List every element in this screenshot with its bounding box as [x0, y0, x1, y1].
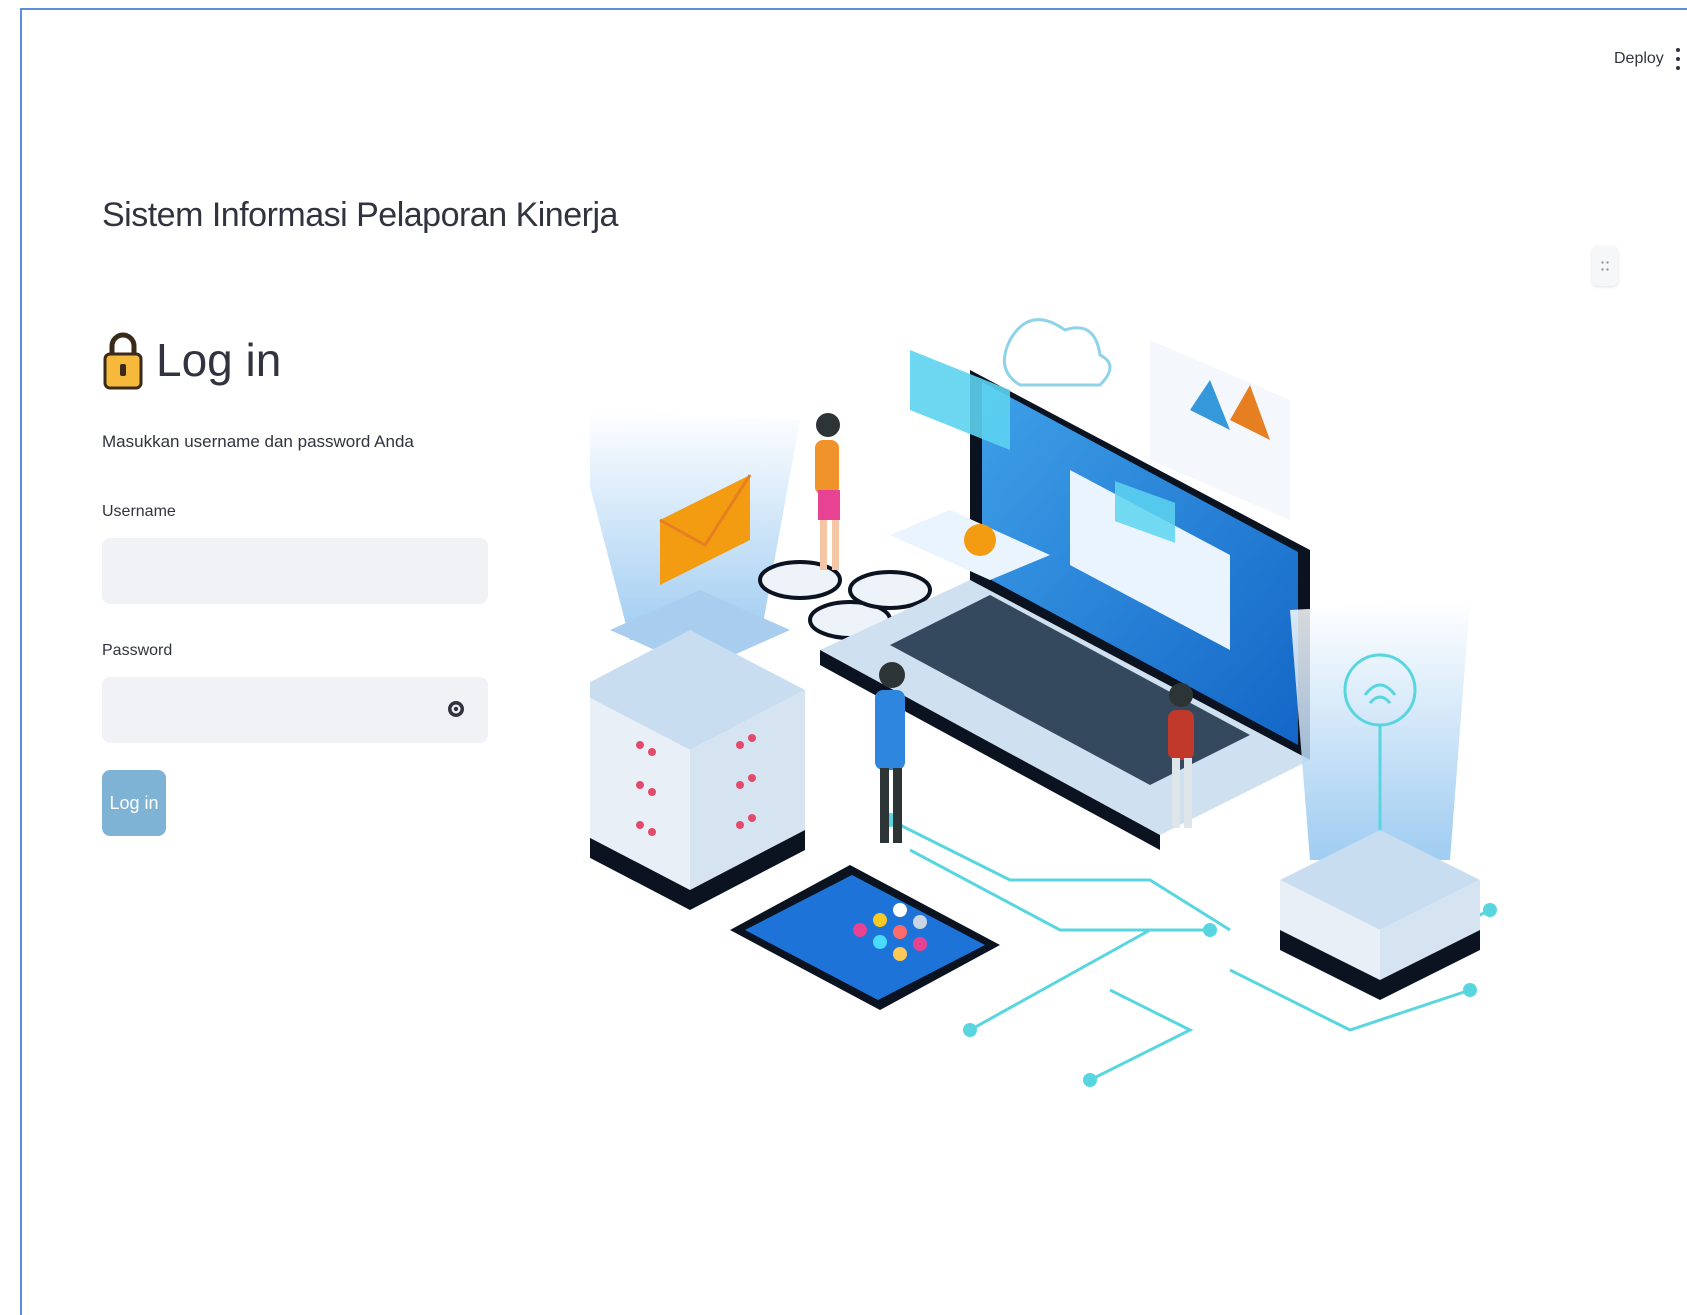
login-button[interactable]: Log in: [102, 770, 166, 836]
drag-handle-icon[interactable]: [1592, 246, 1618, 286]
deploy-button[interactable]: Deploy: [1614, 50, 1664, 68]
login-title: Log in: [156, 334, 282, 386]
password-label: Password: [102, 642, 173, 659]
cloud-computing-illustration: [590, 318, 1497, 1087]
username-label: Username: [102, 503, 176, 520]
username-input[interactable]: [102, 538, 488, 604]
kebab-menu-icon[interactable]: [1675, 48, 1681, 70]
grip-icon: [1601, 261, 1609, 271]
padlock-icon: [103, 332, 143, 390]
page-title: Sistem Informasi Pelaporan Kinerja: [102, 196, 618, 234]
login-heading: Log in: [102, 330, 281, 390]
password-input[interactable]: [102, 677, 488, 743]
eye-icon[interactable]: [446, 699, 466, 719]
login-subtitle: Masukkan username dan password Anda: [102, 432, 414, 451]
